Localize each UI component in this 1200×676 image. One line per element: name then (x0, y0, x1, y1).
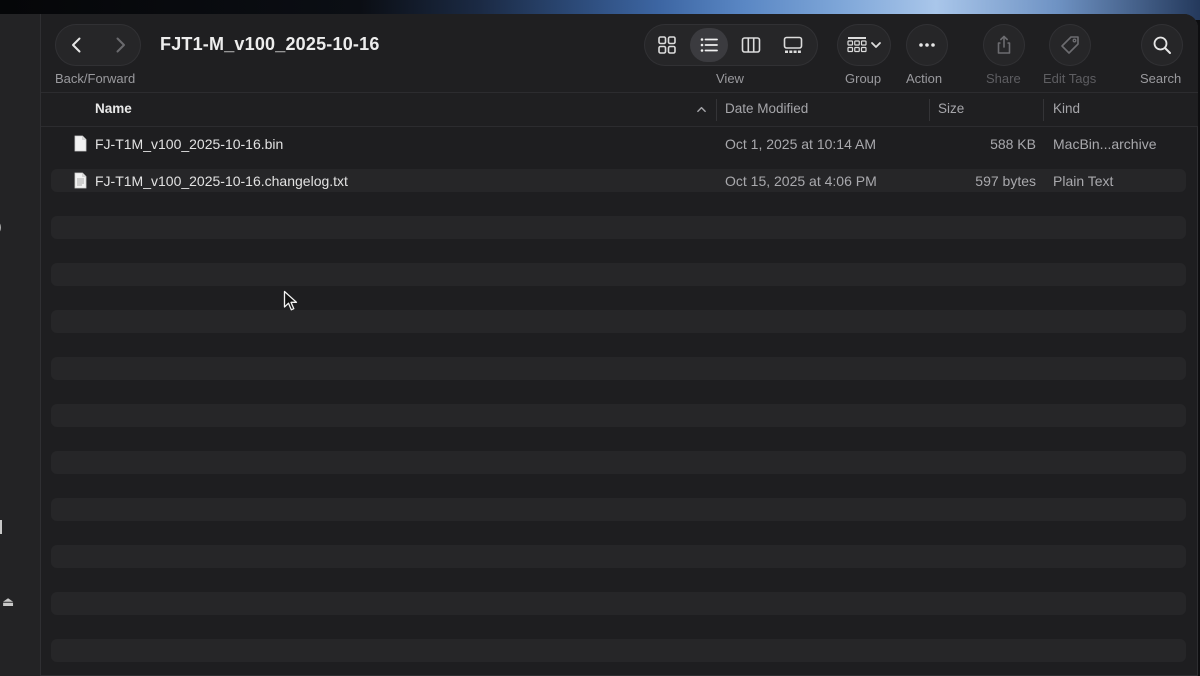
action-label: Action (906, 71, 943, 86)
chevron-down-icon (871, 42, 881, 48)
file-kind: Plain Text (1053, 173, 1114, 189)
sidebar-partial-bar (0, 520, 2, 534)
tag-icon (1061, 36, 1079, 54)
empty-row-stripe (51, 310, 1186, 333)
empty-row-stripe (51, 451, 1186, 474)
empty-row-stripe (51, 545, 1186, 568)
share-button[interactable] (983, 24, 1025, 66)
empty-row-stripe (51, 263, 1186, 286)
search-label: Search (1140, 71, 1182, 86)
empty-row-stripe (51, 357, 1186, 380)
list-view-button[interactable] (690, 28, 728, 62)
group-button[interactable] (837, 24, 891, 66)
column-header-size[interactable]: Size (938, 101, 964, 116)
sidebar: ) ⏏ (0, 14, 41, 676)
share-icon (997, 35, 1011, 54)
file-size: 588 KB (990, 136, 1036, 152)
ellipsis-icon (919, 43, 935, 47)
text-document-icon (74, 172, 87, 189)
action-button[interactable] (906, 24, 948, 66)
file-date-modified: Oct 15, 2025 at 4:06 PM (725, 173, 877, 189)
list-icon (700, 38, 718, 52)
empty-row-stripe (51, 404, 1186, 427)
column-header-bar: Name Date Modified Size Kind (41, 92, 1198, 127)
column-divider[interactable] (716, 99, 717, 121)
finder-window: ) ⏏ Back/Forward FJT1-M_v100_2025-10-16 (0, 14, 1198, 676)
chevron-right-icon (116, 37, 125, 53)
column-header-name[interactable]: Name (95, 101, 132, 116)
grid-icon (658, 36, 676, 54)
back-button[interactable] (55, 24, 98, 66)
share-label: Share (986, 71, 1021, 86)
file-kind: MacBin...archive (1053, 136, 1157, 152)
view-switcher (644, 24, 818, 66)
column-divider[interactable] (929, 99, 930, 121)
icon-view-button[interactable] (648, 28, 686, 62)
group-label: Group (845, 71, 882, 86)
columns-icon (741, 37, 761, 53)
group-grid-icon (847, 37, 867, 53)
gallery-view-button[interactable] (774, 28, 812, 62)
empty-row-stripe (51, 216, 1186, 239)
file-name: FJ-T1M_v100_2025-10-16.bin (95, 136, 284, 152)
column-view-button[interactable] (732, 28, 770, 62)
eject-icon[interactable]: ⏏ (2, 594, 14, 610)
file-row[interactable]: FJ-T1M_v100_2025-10-16.changelog.txt Oct… (51, 169, 1186, 192)
mouse-cursor-icon (283, 290, 298, 311)
sort-ascending-icon (697, 106, 706, 113)
back-forward-control (55, 24, 141, 66)
search-icon (1153, 36, 1171, 54)
gallery-icon (783, 36, 803, 53)
column-header-kind[interactable]: Kind (1053, 101, 1080, 116)
search-button[interactable] (1141, 24, 1183, 66)
file-date-modified: Oct 1, 2025 at 10:14 AM (725, 136, 876, 152)
sidebar-partial-glyph: ) (0, 218, 2, 234)
edit-tags-button[interactable] (1049, 24, 1091, 66)
back-forward-label: Back/Forward (55, 71, 136, 86)
file-name: FJ-T1M_v100_2025-10-16.changelog.txt (95, 173, 348, 189)
edit-tags-label: Edit Tags (1043, 71, 1097, 86)
file-row[interactable]: FJ-T1M_v100_2025-10-16.bin Oct 1, 2025 a… (51, 132, 1186, 155)
file-list: FJ-T1M_v100_2025-10-16.bin Oct 1, 2025 a… (41, 126, 1198, 676)
column-header-date-modified[interactable]: Date Modified (725, 101, 808, 116)
forward-button[interactable] (98, 24, 141, 66)
file-size: 597 bytes (975, 173, 1036, 189)
toolbar: Back/Forward FJT1-M_v100_2025-10-16 View… (41, 14, 1198, 92)
empty-row-stripe (51, 639, 1186, 662)
chevron-left-icon (71, 37, 80, 53)
empty-row-stripe (51, 592, 1186, 615)
document-icon (74, 135, 87, 152)
view-label: View (716, 71, 744, 86)
window-title: FJT1-M_v100_2025-10-16 (160, 34, 380, 54)
empty-row-stripe (51, 498, 1186, 521)
column-divider[interactable] (1043, 99, 1044, 121)
